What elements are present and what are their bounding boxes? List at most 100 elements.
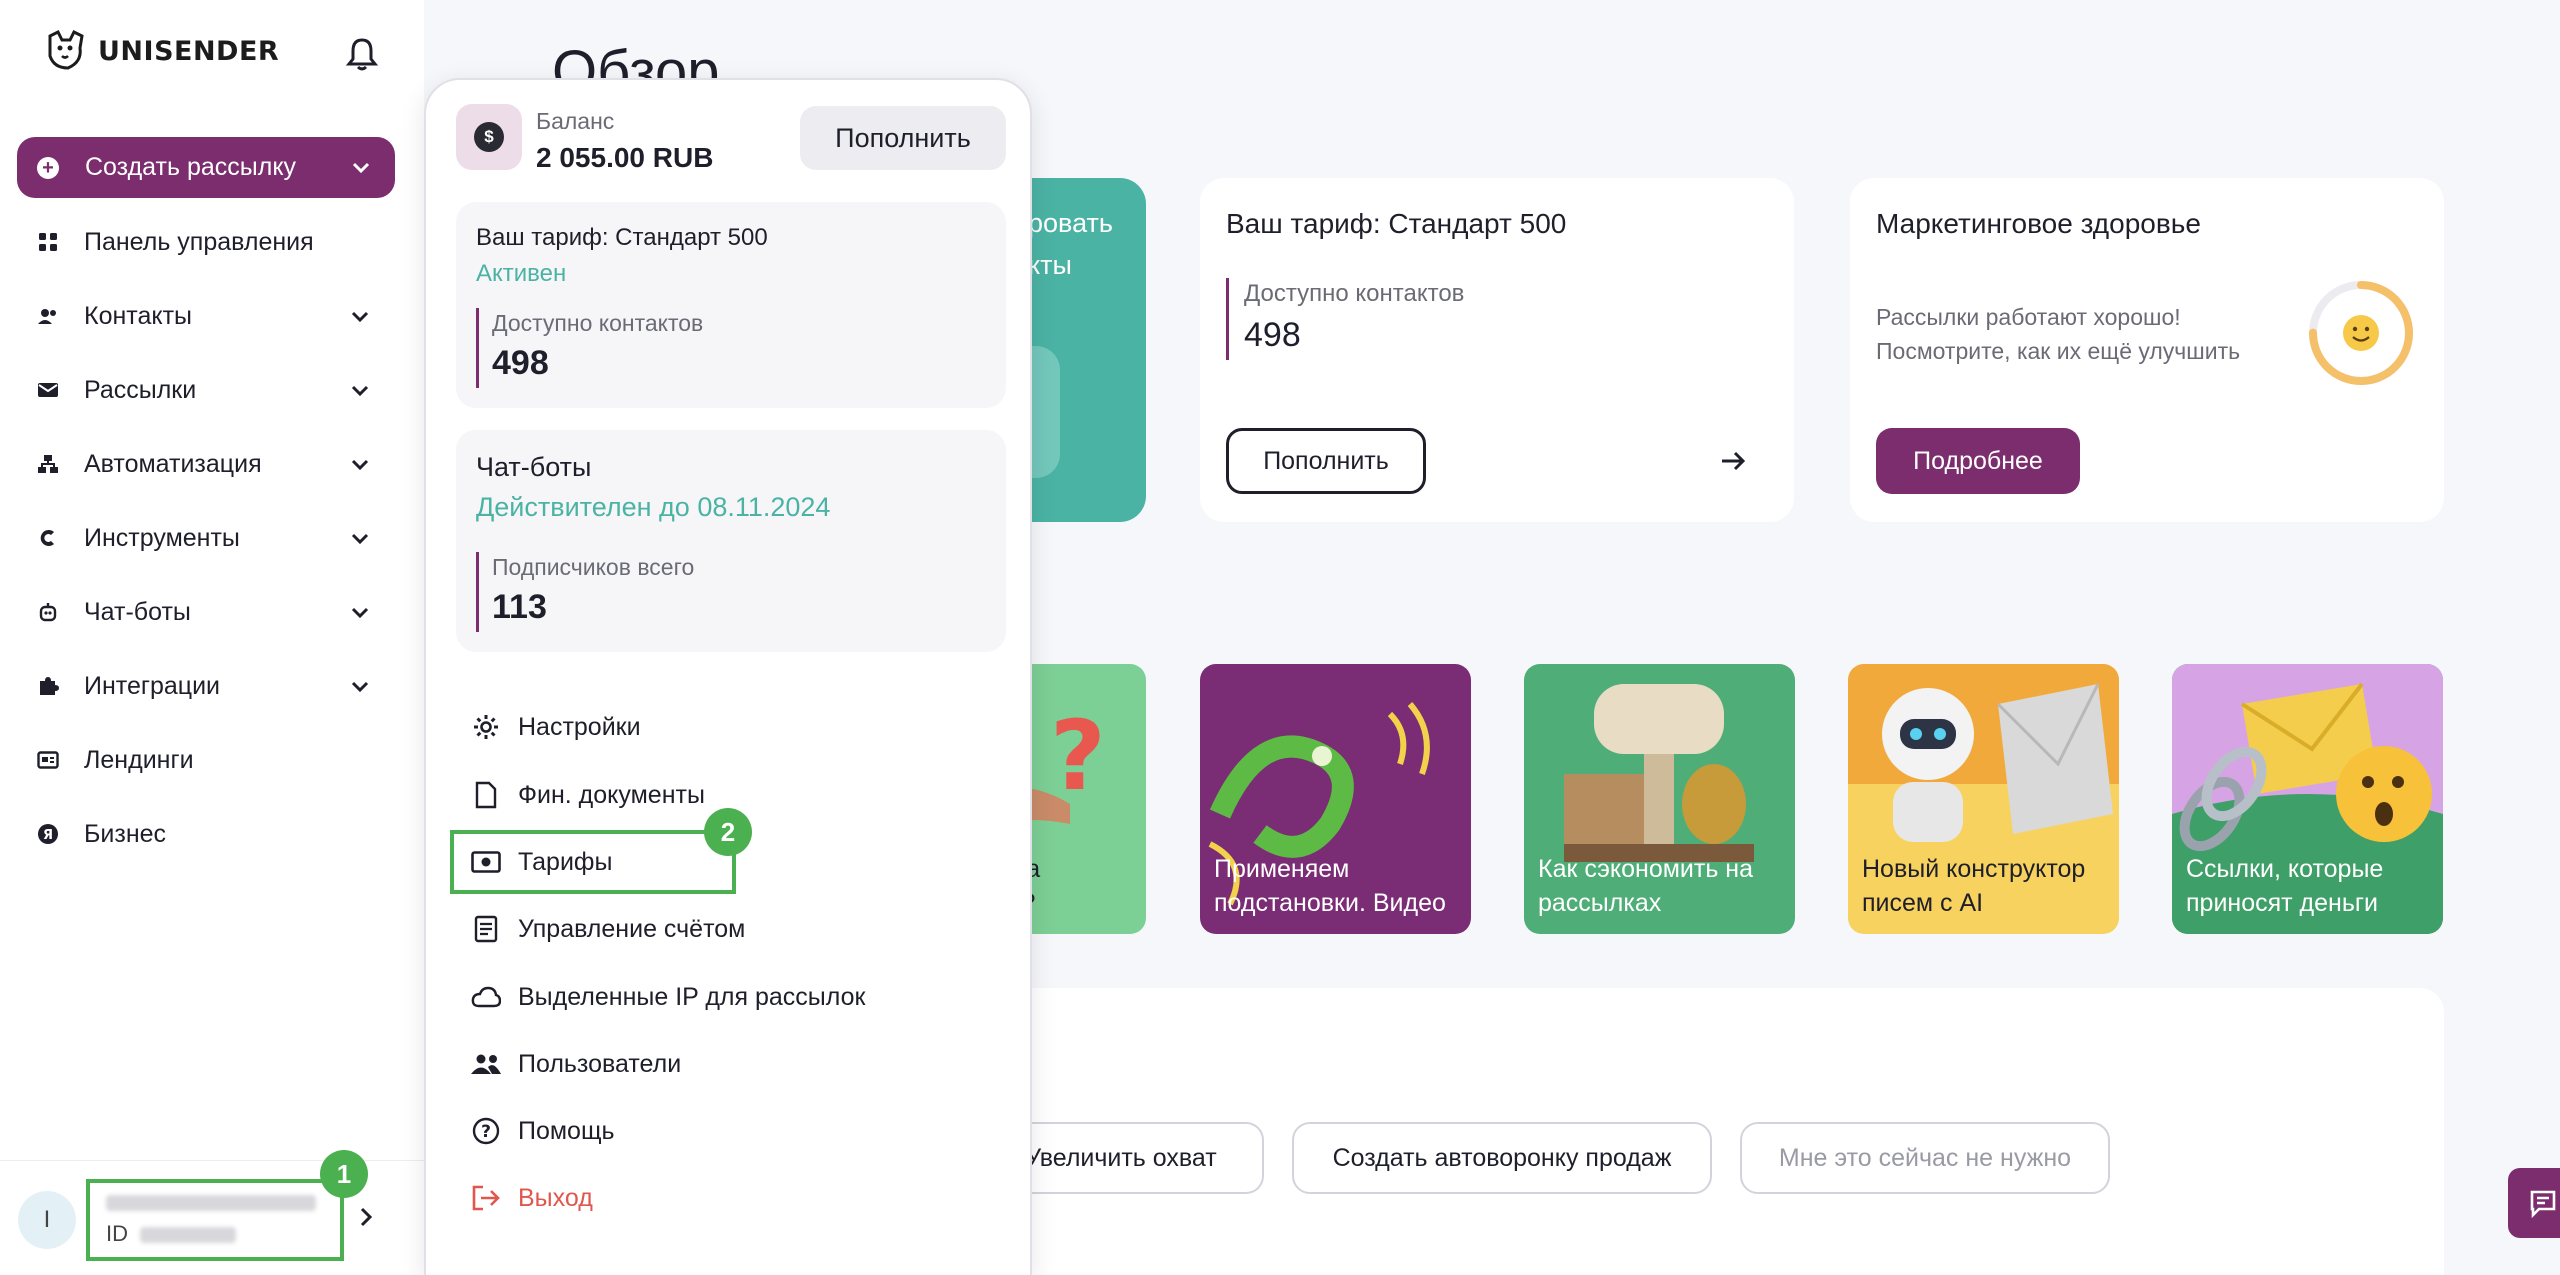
sidebar: UNISENDER + Создать рассылку Панель упра… <box>0 0 424 1275</box>
user-highlight-frame <box>86 1179 344 1261</box>
chatbots-summary[interactable]: Чат-боты Действителен до 08.11.2024 Подп… <box>456 430 1006 652</box>
chat-button[interactable] <box>2508 1168 2560 1238</box>
sidebar-item-label: Бизнес <box>84 819 167 848</box>
cloud-icon <box>470 981 502 1013</box>
chevron-right-icon[interactable] <box>356 1205 376 1229</box>
automation-icon <box>36 452 60 476</box>
dollar-icon: $ <box>474 122 504 152</box>
promo-line-1: ровать <box>1028 208 1113 238</box>
caption-line: писем с AI <box>1862 889 1984 917</box>
accent-bar <box>476 552 479 632</box>
chevron-down-icon <box>351 681 369 693</box>
grid-icon <box>36 230 60 254</box>
topup-button[interactable]: Пополнить <box>1226 428 1426 494</box>
sidebar-item-integrations[interactable]: Интеграции <box>0 660 424 712</box>
menu-item-label: Настройки <box>518 712 641 741</box>
contacts-label: Доступно контактов <box>492 310 704 336</box>
logo-dog-icon <box>48 29 84 70</box>
landing-icon <box>36 748 60 772</box>
contacts-value: 498 <box>1244 316 1301 354</box>
document-icon <box>470 779 502 811</box>
sidebar-item-tools[interactable]: Инструменты <box>0 512 424 564</box>
sidebar-item-contacts[interactable]: Контакты <box>0 290 424 342</box>
sidebar-item-campaigns[interactable]: Рассылки <box>0 364 424 416</box>
chatbots-valid-until: Действителен до 08.11.2024 <box>476 492 831 522</box>
bot-icon <box>36 600 60 624</box>
tariff-summary-title: Ваш тариф: Стандарт 500 <box>476 224 768 251</box>
contacts-value: 498 <box>492 344 549 382</box>
logout-icon <box>470 1182 502 1214</box>
menu-item-help[interactable]: ? Помощь <box>470 1106 615 1156</box>
marketing-health-card: Маркетинговое здоровье Рассылки работают… <box>1850 178 2444 522</box>
account-dropdown: $ Баланс 2 055.00 RUB Пополнить Ваш тари… <box>424 78 1032 1275</box>
plus-icon: + <box>37 156 59 179</box>
article-tile-5[interactable]: Ссылки, которые приносят деньги <box>2172 664 2443 934</box>
article-tile-4[interactable]: Новый конструктор писем с AI <box>1848 664 2119 934</box>
sidebar-item-label: Автоматизация <box>84 449 262 478</box>
tariff-card: Ваш тариф: Стандарт 500 Доступно контакт… <box>1200 178 1794 522</box>
gear-icon <box>470 711 502 743</box>
create-campaign-button[interactable]: + Создать рассылку <box>17 137 395 198</box>
sidebar-item-automation[interactable]: Автоматизация <box>0 438 424 490</box>
tariff-title: Ваш тариф: Стандарт 500 <box>1226 208 1567 239</box>
health-text-line-1: Рассылки работают хорошо! <box>1876 304 2181 330</box>
logo[interactable]: UNISENDER <box>42 28 279 74</box>
sidebar-item-dashboard[interactable]: Панель управления <box>0 216 424 268</box>
article-caption: Применяем подстановки. Видео <box>1214 852 1446 920</box>
chevron-down-icon <box>351 459 369 471</box>
sidebar-item-label: Интеграции <box>84 671 221 700</box>
menu-item-users[interactable]: Пользователи <box>470 1039 681 1089</box>
arrow-right-button[interactable] <box>1700 428 1766 494</box>
caption-line: Новый конструктор <box>1862 855 2086 883</box>
caption-line: рассылках <box>1538 889 1662 917</box>
article-tile-3[interactable]: Как сэкономить на рассылках <box>1524 664 1795 934</box>
business-icon: Я <box>36 822 60 846</box>
sidebar-item-label: Контакты <box>84 301 192 330</box>
tools-icon <box>36 526 60 550</box>
step-badge-2: 2 <box>704 808 752 856</box>
article-tile-2[interactable]: Применяем подстановки. Видео <box>1200 664 1471 934</box>
menu-item-label: Помощь <box>518 1116 615 1145</box>
menu-item-settings[interactable]: Настройки <box>470 702 641 752</box>
subscribers-value: 113 <box>492 588 547 626</box>
article-caption: Новый конструктор писем с AI <box>1862 852 2085 920</box>
sidebar-item-chatbots[interactable]: Чат-боты <box>0 586 424 638</box>
chatbots-title: Чат-боты <box>476 452 592 482</box>
chevron-down-icon <box>351 533 369 545</box>
menu-item-label: Выход <box>518 1183 593 1212</box>
menu-item-label: Пользователи <box>518 1049 682 1078</box>
smile-icon <box>2343 315 2379 351</box>
health-title: Маркетинговое здоровье <box>1876 208 2201 239</box>
health-text: Рассылки работают хорошо! Посмотрите, ка… <box>1876 300 2240 368</box>
menu-item-logout[interactable]: Выход <box>470 1173 593 1223</box>
svg-text:?: ? <box>481 1122 491 1142</box>
sidebar-item-landings[interactable]: Лендинги <box>0 734 424 786</box>
goal-option-dismiss[interactable]: Мне это сейчас не нужно <box>1740 1122 2110 1194</box>
article-caption: Как сэкономить на рассылках <box>1538 852 1753 920</box>
menu-item-fin-docs[interactable]: Фин. документы <box>470 770 705 820</box>
menu-item-label: Фин. документы <box>518 780 705 809</box>
mail-icon <box>36 378 60 402</box>
article-caption: Ссылки, которые приносят деньги <box>2186 852 2383 920</box>
goal-option[interactable]: Создать автоворонку продаж <box>1292 1122 1712 1194</box>
caption-line: Ссылки, которые <box>2186 855 2384 883</box>
balance-icon: $ <box>456 104 522 170</box>
sidebar-item-business[interactable]: Я Бизнес <box>0 808 424 860</box>
accent-bar <box>476 308 479 388</box>
tariff-summary[interactable]: Ваш тариф: Стандарт 500 Активен Доступно… <box>456 202 1006 408</box>
bell-icon[interactable] <box>342 34 382 74</box>
chevron-down-icon <box>351 607 369 619</box>
contacts-label: Доступно контактов <box>1244 280 1465 307</box>
balance-value: 2 055.00 RUB <box>536 142 714 173</box>
menu-item-label: Выделенные IP для рассылок <box>518 982 866 1011</box>
balance-topup-button[interactable]: Пополнить <box>800 106 1006 170</box>
details-button[interactable]: Подробнее <box>1876 428 2080 494</box>
accent-bar <box>1226 278 1229 360</box>
sidebar-item-label: Панель управления <box>84 227 314 256</box>
menu-item-dedicated-ip[interactable]: Выделенные IP для рассылок <box>470 972 866 1022</box>
caption-line: Как сэкономить на <box>1538 855 1754 883</box>
puzzle-icon <box>36 674 60 698</box>
tariffs-highlight-frame <box>450 830 736 894</box>
svg-text:Я: Я <box>43 828 53 843</box>
menu-item-account-management[interactable]: Управление счётом <box>470 904 745 954</box>
